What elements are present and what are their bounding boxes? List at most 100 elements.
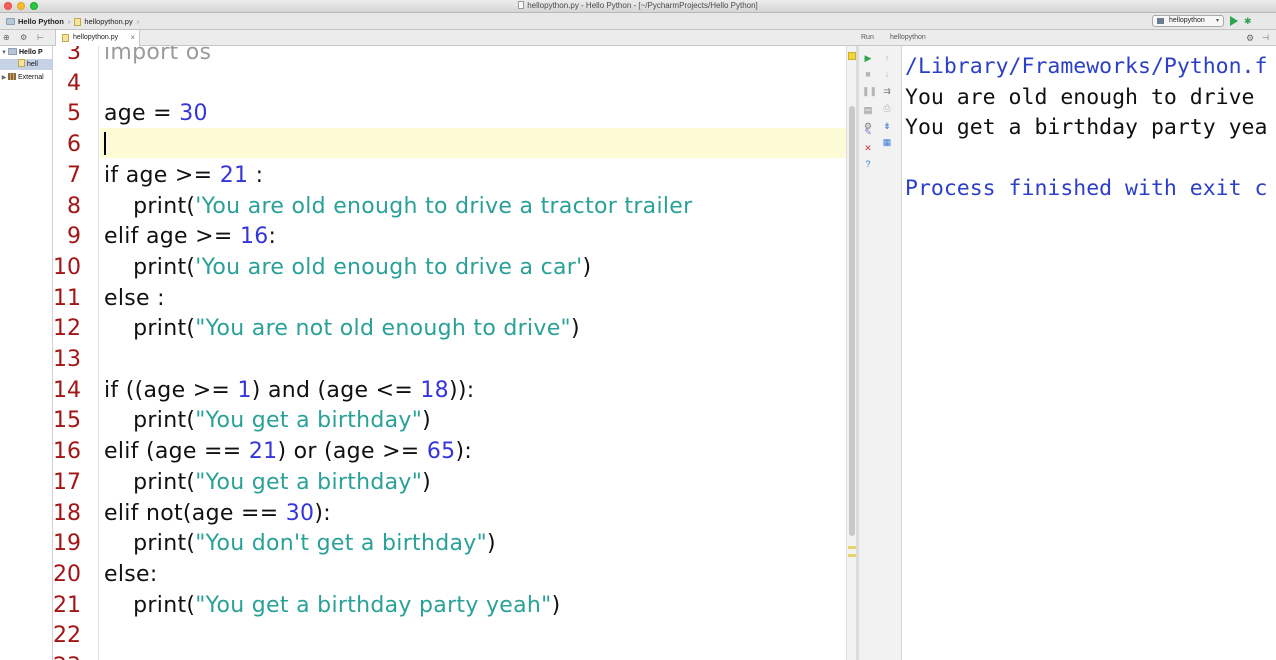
code-line[interactable]: if age >= 21 :	[104, 161, 263, 191]
code-token: "You get a birthday"	[195, 469, 423, 495]
line-number: 22	[53, 623, 81, 649]
close-tab-icon[interactable]: ×	[130, 30, 135, 46]
code-line[interactable]: else :	[104, 284, 165, 314]
dump-threads-icon[interactable]: ▤	[862, 104, 874, 116]
line-number: 15	[53, 408, 81, 434]
warning-marker[interactable]	[848, 546, 856, 549]
console-line: Process finished with exit c	[905, 176, 1268, 202]
scroll-to-end-icon[interactable]: ⇟	[881, 120, 893, 132]
code-line[interactable]: print("You get a birthday party yeah")	[104, 591, 560, 621]
code-line[interactable]: elif not(age == 30):	[104, 499, 331, 529]
rerun-icon[interactable]: ▶	[862, 52, 874, 64]
run-configuration-select[interactable]: hellopython ▾	[1152, 15, 1224, 27]
run-button[interactable]	[1230, 16, 1238, 26]
inspection-status-icon[interactable]	[848, 52, 856, 60]
editor-tab-hellopython[interactable]: hellopython.py ×	[55, 30, 140, 46]
collapse-icon[interactable]: ⊢	[37, 33, 44, 43]
code-token: if age >=	[104, 162, 220, 188]
warning-marker[interactable]	[848, 554, 856, 557]
window-title-bar: hellopython.py - Hello Python - [~/Pycha…	[0, 0, 1276, 13]
code-token: )):	[448, 377, 475, 403]
code-token: elif (age ==	[104, 439, 249, 465]
line-number: 16	[53, 439, 81, 465]
target-icon[interactable]: ⊕	[3, 33, 10, 43]
project-tree-label: hell	[27, 61, 38, 68]
expand-arrow-icon[interactable]: ▼	[0, 48, 8, 58]
code-token: if ((age >=	[104, 377, 238, 403]
code-editor[interactable]: 3 4 5 6 7 8 9 10 11 12 13 14 15 16 17 18 19 20 21 22 23 impo…	[53, 46, 846, 660]
console-line: /Library/Frameworks/Python.f	[905, 54, 1268, 79]
code-token: 21	[219, 162, 249, 188]
soft-wrap-icon[interactable]: ⇉	[881, 85, 893, 97]
code-token: else:	[104, 561, 158, 587]
line-number: 9	[67, 224, 81, 250]
gear-icon[interactable]: ⚙	[20, 33, 27, 43]
line-number: 19	[53, 531, 81, 557]
editor-scrollbar[interactable]	[846, 46, 856, 660]
code-token: ):	[314, 500, 331, 526]
down-arrow-icon[interactable]: ↓	[881, 68, 893, 80]
code-token: ):	[455, 439, 473, 465]
code-line[interactable]: age = 30	[104, 99, 208, 129]
code-line[interactable]: print("You don't get a birthday")	[104, 529, 496, 559]
debug-button[interactable]: ✱	[1244, 16, 1254, 26]
scroll-thumb[interactable]	[849, 106, 855, 536]
chevron-right-icon: ›	[67, 17, 71, 26]
code-line[interactable]: elif (age == 21) or (age >= 65):	[104, 437, 472, 467]
code-token: print(	[104, 316, 196, 342]
code-token: print(	[104, 592, 196, 618]
project-tree-label: Hello P	[19, 49, 43, 56]
breadcrumb-file[interactable]: hellopython.py	[84, 17, 132, 26]
project-tree-root[interactable]: ▼ Hello P	[0, 47, 53, 58]
console-line: You get a birthday party yea	[905, 115, 1268, 141]
breadcrumb-project[interactable]: Hello Python	[18, 17, 64, 26]
code-line[interactable]: elif age >= 16:	[104, 222, 276, 252]
line-number: 8	[67, 193, 81, 219]
code-token: elif not(age ==	[104, 500, 286, 526]
code-token: "You get a birthday party yeah"	[195, 592, 552, 618]
project-tree-file[interactable]: hell	[0, 59, 53, 70]
code-line[interactable]: print("You get a birthday")	[104, 468, 431, 498]
pause-icon[interactable]: ❚❚	[862, 85, 877, 97]
code-token: 21	[248, 439, 278, 465]
code-token: elif age >=	[104, 224, 240, 250]
line-number: 11	[53, 285, 81, 311]
code-line[interactable]: print("You are not old enough to drive")	[104, 314, 580, 344]
help-icon[interactable]: ?	[862, 158, 874, 170]
console-line: You are old enough to drive	[905, 84, 1255, 110]
code-line[interactable]: print('You are old enough to drive a car…	[104, 253, 591, 283]
line-number: 12	[53, 316, 81, 342]
tool-window-header-row: ⊕ ⚙ ⊢ hellopython.py × Run hellopython ⚙…	[0, 30, 1276, 46]
settings-icon[interactable]: ⚙	[1246, 33, 1254, 44]
code-line[interactable]: if ((age >= 1) and (age <= 18)):	[104, 376, 474, 406]
line-number: 21	[53, 592, 81, 618]
code-line[interactable]: else:	[104, 560, 158, 590]
code-token: age =	[104, 101, 180, 127]
code-line[interactable]: print("You get a birthday")	[104, 406, 431, 436]
window-title: hellopython.py - Hello Python - [~/Pycha…	[0, 1, 1276, 10]
code-token: print(	[104, 193, 196, 219]
code-token: )	[422, 469, 432, 495]
code-token: "You don't get a birthday"	[195, 531, 487, 557]
python-file-icon	[62, 34, 69, 42]
line-number: 14	[53, 377, 81, 403]
pin-icon[interactable]: ✎	[862, 126, 874, 138]
line-number: 3	[67, 46, 81, 65]
hide-panel-icon[interactable]: ⊣	[1262, 33, 1269, 42]
line-number: 10	[53, 254, 81, 280]
up-arrow-icon[interactable]: ↑	[881, 52, 893, 64]
print-icon[interactable]: ⎙	[881, 102, 893, 114]
python-file-icon	[18, 59, 25, 67]
expand-arrow-icon[interactable]: ▶	[0, 73, 8, 83]
close-icon[interactable]: ✕	[862, 142, 874, 154]
run-tab-hellopython[interactable]: hellopython	[890, 34, 926, 41]
project-tree-external-libraries[interactable]: ▶ External	[0, 72, 53, 83]
library-icon	[8, 73, 16, 80]
code-token: 18	[420, 377, 449, 403]
line-number: 6	[67, 132, 81, 158]
trash-icon[interactable]: ▦	[881, 136, 893, 148]
stop-icon[interactable]: ■	[862, 68, 874, 80]
code-line[interactable]: import os	[104, 46, 211, 68]
code-line[interactable]: print('You are old enough to drive a tra…	[104, 192, 692, 222]
python-config-icon	[1157, 18, 1164, 24]
